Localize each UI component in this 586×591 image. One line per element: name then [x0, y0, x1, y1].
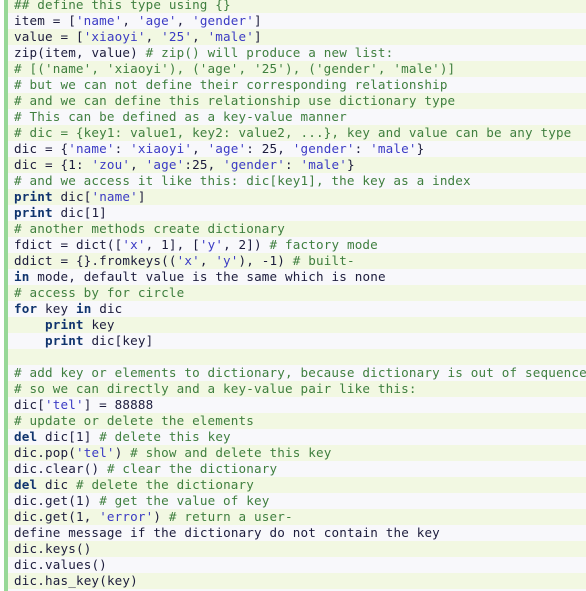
code-line[interactable]: print key	[8, 317, 586, 333]
code-line[interactable]: dic.pop('tel') # show and delete this ke…	[8, 445, 586, 461]
code-line[interactable]: for key in dic	[8, 301, 586, 317]
code-line[interactable]: ## define this type using {}	[8, 0, 586, 13]
code-line[interactable]: # and we access it like this: dic[key1],…	[8, 173, 586, 189]
code-line[interactable]: value = ['xiaoyi', '25', 'male']	[8, 29, 586, 45]
code-line[interactable]: ddict = {}.fromkeys(('x', 'y'), -1) # bu…	[8, 253, 586, 269]
code-block[interactable]: ## define this type using {} item = ['nam…	[0, 0, 586, 591]
code-line[interactable]: define message if the dictionary do not …	[8, 525, 586, 541]
code-line[interactable]: # access by for circle	[8, 285, 586, 301]
code-line[interactable]: # add key or elements to dictionary, bec…	[8, 365, 586, 381]
code-line[interactable]: print dic[key]	[8, 333, 586, 349]
code-line-list: ## define this type using {} item = ['nam…	[8, 0, 586, 591]
code-line[interactable]: dic.get(1, 'error') # return a user-	[8, 509, 586, 525]
code-line[interactable]: # [('name', 'xiaoyi'), ('age', '25'), ('…	[8, 61, 586, 77]
code-line[interactable]: del dic # delete the dictionary	[8, 477, 586, 493]
code-line[interactable]: print dic['name']	[8, 189, 586, 205]
code-line[interactable]: fdict = dict(['x', 1], ['y', 2]) # facto…	[8, 237, 586, 253]
code-line[interactable]: zip(item, value) # zip() will produce a …	[8, 45, 586, 61]
code-line[interactable]: # dic = {key1: value1, key2: value2, ...…	[8, 125, 586, 141]
code-line[interactable]: print dic[1]	[8, 205, 586, 221]
code-line[interactable]	[8, 349, 586, 365]
code-line[interactable]: # update or delete the elements	[8, 413, 586, 429]
code-line[interactable]: dic.values()	[8, 557, 586, 573]
code-line[interactable]: # another methods create dictionary	[8, 221, 586, 237]
code-line[interactable]: # and we can define this relationship us…	[8, 93, 586, 109]
code-line[interactable]: # This can be defined as a key-value man…	[8, 109, 586, 125]
code-line[interactable]: dic.has_key(key)	[8, 573, 586, 589]
code-line[interactable]: dic.clear() # clear the dictionary	[8, 461, 586, 477]
code-line[interactable]: del dic[1] # delete this key	[8, 429, 586, 445]
code-line[interactable]: # so we can directly and a key-value pai…	[8, 381, 586, 397]
code-line[interactable]: dic = {'name': 'xiaoyi', 'age': 25, 'gen…	[8, 141, 586, 157]
code-line[interactable]: item = ['name', 'age', 'gender']	[8, 13, 586, 29]
code-line[interactable]: dic = {1: 'zou', 'age':25, 'gender': 'ma…	[8, 157, 586, 173]
code-line[interactable]: # but we can not define their correspond…	[8, 77, 586, 93]
code-line[interactable]: dic.get(1) # get the value of key	[8, 493, 586, 509]
code-line[interactable]: in mode, default value is the same which…	[8, 269, 586, 285]
code-line[interactable]: dic.keys()	[8, 541, 586, 557]
code-line[interactable]: dic['tel'] = 88888	[8, 397, 586, 413]
